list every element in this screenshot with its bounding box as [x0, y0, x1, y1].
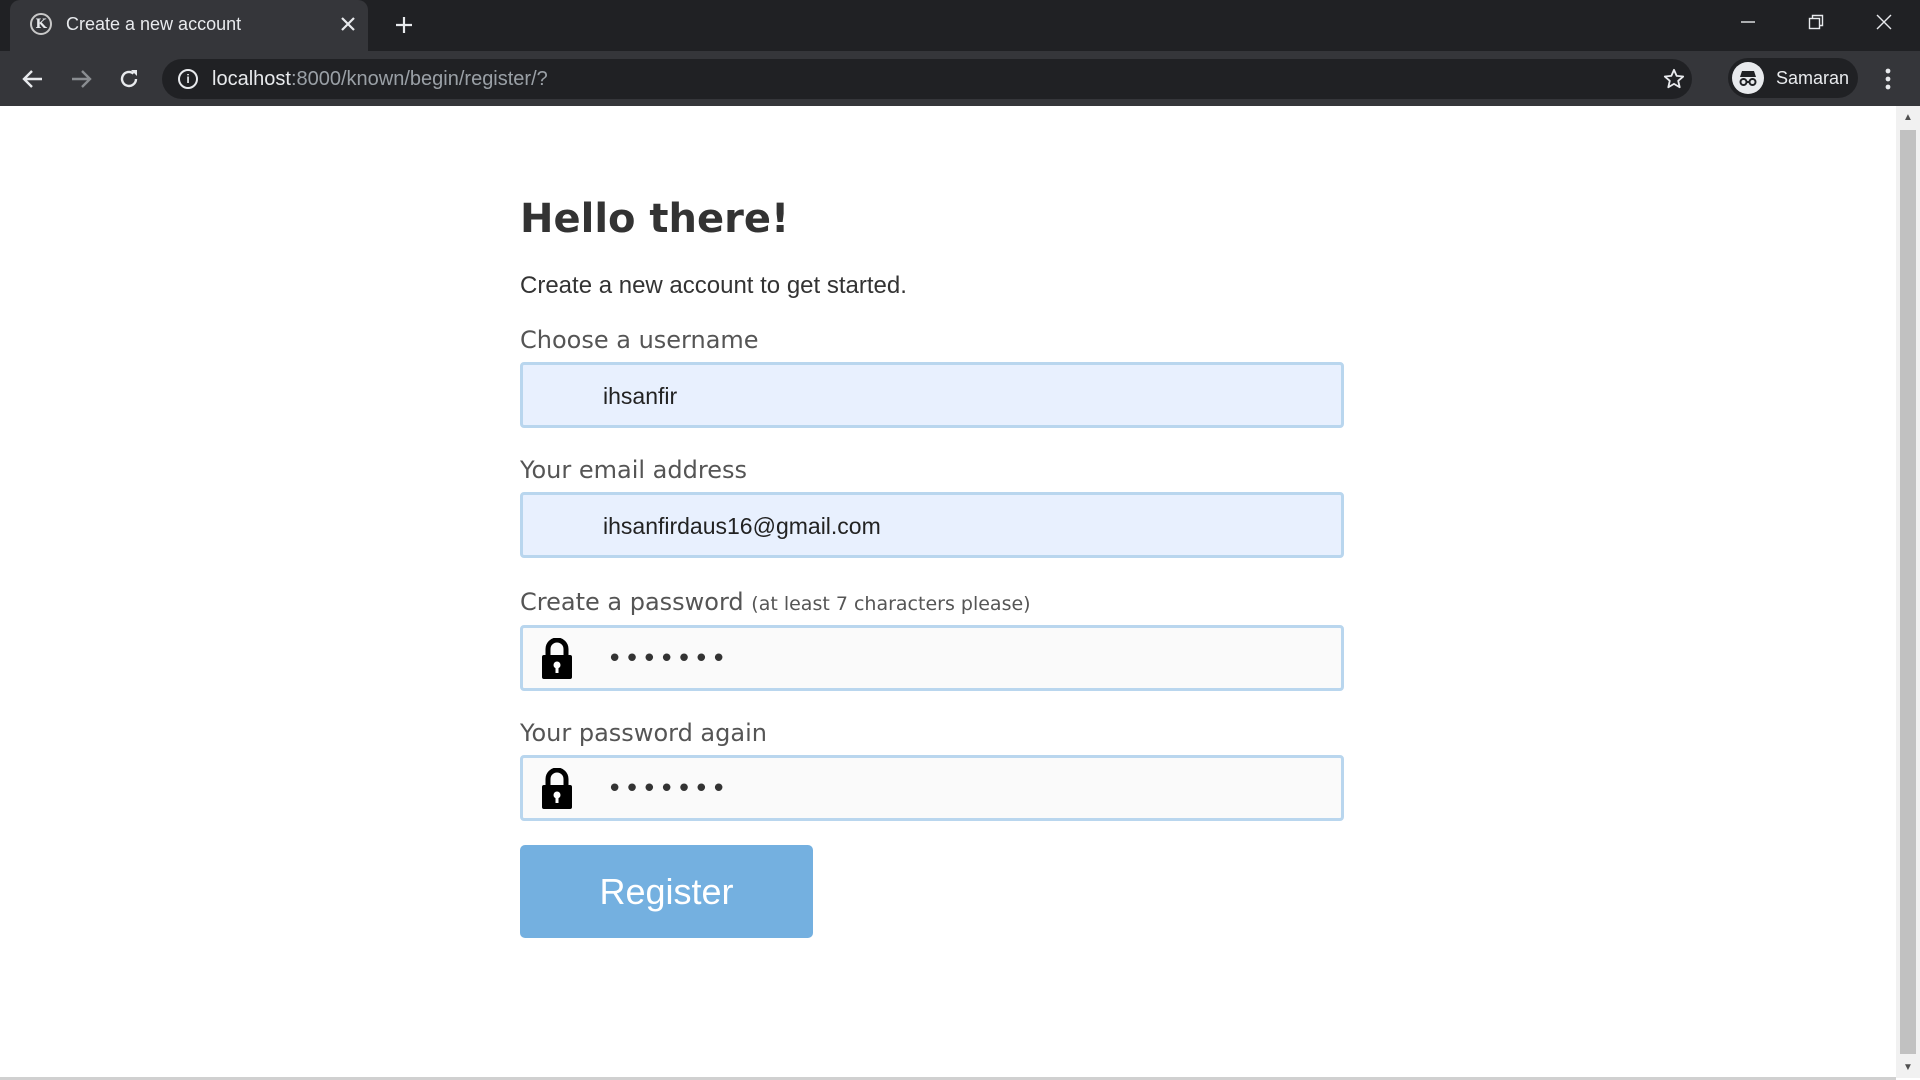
- password-input[interactable]: •••••••: [520, 625, 1344, 691]
- profile-name: Samaran: [1776, 68, 1850, 88]
- tab-title: Create a new account: [66, 14, 242, 34]
- address-bar[interactable]: i localhost:8000/known/begin/register/?: [162, 59, 1692, 99]
- back-arrow-icon[interactable]: [18, 64, 48, 94]
- lock-icon: [542, 638, 572, 679]
- plus-icon[interactable]: [390, 11, 418, 39]
- username-value: ihsanfir: [603, 383, 678, 409]
- password-label-text: Create a password: [520, 588, 744, 616]
- info-icon[interactable]: i: [178, 69, 198, 89]
- password-again-input[interactable]: •••••••: [520, 755, 1344, 821]
- register-button[interactable]: Register: [520, 845, 813, 938]
- email-value: ihsanfirdaus16@gmail.com: [603, 513, 881, 539]
- restore-icon[interactable]: [1782, 0, 1850, 44]
- scroll-up-arrow-icon[interactable]: ▲: [1896, 106, 1920, 128]
- page-title: Hello there!: [520, 196, 790, 242]
- known-logo-icon: K: [30, 13, 52, 35]
- password-value: •••••••: [607, 644, 729, 674]
- kebab-menu-icon[interactable]: [1876, 64, 1900, 94]
- lock-icon: [542, 768, 572, 809]
- page-scrollbar[interactable]: ▲ ▼: [1896, 106, 1920, 1078]
- browser-toolbar: i localhost:8000/known/begin/register/? …: [0, 51, 1920, 106]
- close-icon[interactable]: [335, 11, 361, 37]
- profile-button[interactable]: Samaran: [1728, 58, 1858, 98]
- incognito-icon: [1732, 62, 1764, 94]
- email-label: Your email address: [520, 456, 747, 484]
- url-text: localhost:8000/known/begin/register/?: [212, 68, 548, 90]
- username-label: Choose a username: [520, 326, 759, 354]
- star-icon[interactable]: [1662, 67, 1686, 91]
- password-hint: (at least 7 characters please): [751, 593, 1031, 615]
- password-again-value: •••••••: [607, 774, 729, 804]
- browser-titlebar: K Create a new account: [0, 0, 1920, 51]
- password-label: Create a password (at least 7 characters…: [520, 588, 1031, 616]
- page-subtitle: Create a new account to get started.: [520, 272, 907, 299]
- reload-icon[interactable]: [114, 64, 144, 94]
- browser-tab[interactable]: K Create a new account: [10, 0, 368, 51]
- window-close-icon[interactable]: [1850, 0, 1918, 44]
- email-input[interactable]: ihsanfirdaus16@gmail.com: [520, 492, 1344, 558]
- password-again-label: Your password again: [520, 719, 767, 747]
- forward-arrow-icon[interactable]: [66, 64, 96, 94]
- username-input[interactable]: ihsanfir: [520, 362, 1344, 428]
- scroll-thumb[interactable]: [1900, 130, 1916, 1054]
- scroll-down-arrow-icon[interactable]: ▼: [1896, 1056, 1920, 1078]
- minimize-icon[interactable]: [1714, 0, 1782, 44]
